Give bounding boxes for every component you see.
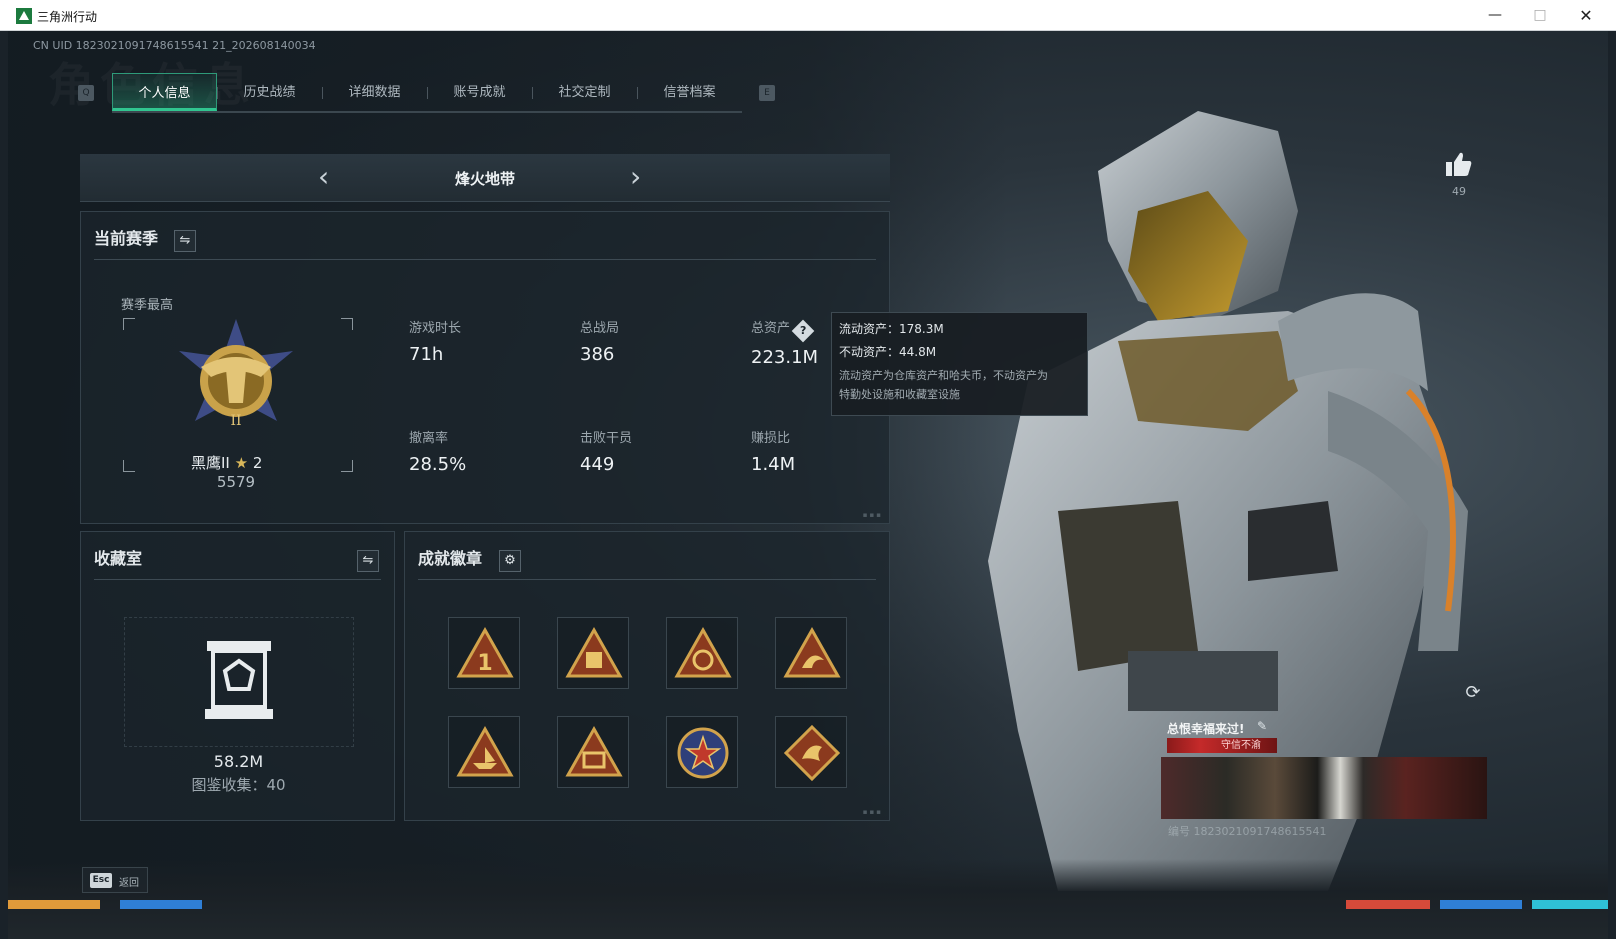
help-icon[interactable]: ? xyxy=(791,319,815,343)
swap-icon[interactable]: ⇋ xyxy=(174,230,196,252)
signature-artwork xyxy=(1161,757,1487,819)
badge-crate-icon xyxy=(565,626,623,678)
frame-corner xyxy=(123,460,135,472)
edit-icon[interactable]: ✎ xyxy=(1257,719,1267,733)
fixed-assets: 不动资产：44.8M xyxy=(839,345,937,359)
taskbar-item xyxy=(1532,900,1608,909)
gear-icon[interactable]: ⚙ xyxy=(499,550,521,572)
panel-decoration: ▪▪▪ xyxy=(862,511,883,519)
swap-icon[interactable]: ⇋ xyxy=(357,550,379,572)
rank-eagle-badge-icon: II xyxy=(179,319,293,429)
badge-star-icon xyxy=(677,727,729,779)
collection-title: 收藏室 xyxy=(94,549,143,568)
rank-name: 黑鹰II ★ 2 xyxy=(191,454,263,472)
tab-next-key-hint[interactable]: E xyxy=(759,85,775,101)
signature-id: 编号 1823021091748615541 xyxy=(1168,825,1327,838)
collection-count: 图鉴收集：40 xyxy=(191,776,286,794)
taskbar-item xyxy=(120,900,202,909)
rank-score: 5579 xyxy=(216,473,256,491)
like-button[interactable]: 49 xyxy=(1441,151,1477,198)
signature-card[interactable]: 总恨幸福来过! ✎ 守信不渝 xyxy=(1161,715,1487,819)
mode-name: 烽火地带 xyxy=(454,170,515,188)
current-season-panel: 当前赛季 ⇋ 赛季最高 II 黑鹰II ★ 2 5579 游戏时长 71h 总战… xyxy=(80,211,890,524)
title-banner: 守信不渝 xyxy=(1167,738,1277,753)
game-viewport: 角色信息 CN UID 1823021091748615541 21_20260… xyxy=(8,31,1608,939)
collection-room-panel[interactable]: 收藏室 ⇋ 58.2M 图鉴收集：40 xyxy=(80,531,395,821)
svg-text:II: II xyxy=(230,413,241,429)
season-best-label: 赛季最高 xyxy=(121,298,174,313)
badge-slot[interactable] xyxy=(775,617,847,689)
divider xyxy=(94,259,876,260)
badge-slot[interactable] xyxy=(557,617,629,689)
close-button[interactable]: ✕ xyxy=(1563,0,1609,31)
tab-personal-info[interactable]: 个人信息 xyxy=(112,73,217,111)
frame-corner xyxy=(123,318,135,330)
maximize-button[interactable]: □ xyxy=(1517,0,1563,31)
tab-achievements[interactable]: 账号成就 xyxy=(427,73,532,111)
stat-profit-ratio: 赚损比 1.4M xyxy=(751,431,796,475)
chevron-right-icon[interactable]: › xyxy=(630,163,641,191)
stat-playtime: 游戏时长 71h xyxy=(409,321,462,365)
player-uid: CN UID 1823021091748615541 21_2026081400… xyxy=(33,39,316,52)
bottom-bar xyxy=(8,859,1608,939)
tab-match-history[interactable]: 历史战绩 xyxy=(217,73,322,111)
taskbar-item xyxy=(1346,900,1430,909)
tab-credit-record[interactable]: 信誉档案 xyxy=(637,73,742,111)
badge-number-one-icon: 1 xyxy=(456,626,514,678)
assets-note: 流动资产为仓库资产和哈夫币，不动资产为 特勤处设施和收藏室设施 xyxy=(839,369,1048,401)
badge-slot[interactable] xyxy=(666,716,738,788)
tab-list: 个人信息 历史战绩 详细数据 账号成就 社交定制 信誉档案 xyxy=(112,73,742,113)
badge-dragon-icon xyxy=(783,724,841,782)
signature-text: 总恨幸福来过! xyxy=(1167,722,1245,736)
badge-boat-icon xyxy=(456,725,514,777)
badge-slot[interactable] xyxy=(448,716,520,788)
stat-kills: 击败干员 449 xyxy=(580,431,633,475)
chevron-left-icon[interactable]: ‹ xyxy=(318,163,329,191)
frame-corner xyxy=(341,460,353,472)
badge-slot[interactable] xyxy=(557,716,629,788)
badges-title: 成就徽章 xyxy=(418,549,483,568)
tab-social-custom[interactable]: 社交定制 xyxy=(532,73,637,111)
back-label: 返回 xyxy=(119,878,139,889)
frame-corner xyxy=(341,318,353,330)
achievement-badges-panel: 成就徽章 ⚙ 1 ▪▪▪ xyxy=(404,531,890,821)
liquid-assets: 流动资产：178.3M xyxy=(839,322,944,336)
assets-tooltip: 流动资产：178.3M 不动资产：44.8M 流动资产为仓库资产和哈夫币，不动资… xyxy=(831,312,1088,416)
divider xyxy=(94,579,381,580)
thumbs-up-icon xyxy=(1446,152,1472,176)
esc-key-hint: Esc xyxy=(90,873,112,888)
window-title: 三角洲行动 xyxy=(37,10,98,24)
badge-slot[interactable] xyxy=(775,716,847,788)
stat-extract-rate: 撤离率 28.5% xyxy=(409,431,467,475)
badge-slot[interactable]: 1 xyxy=(448,617,520,689)
taskbar-item xyxy=(8,900,100,909)
badge-case-icon xyxy=(565,725,623,777)
badge-fox-icon xyxy=(783,626,841,678)
current-season-title: 当前赛季 xyxy=(94,229,159,248)
like-count: 49 xyxy=(1452,185,1466,198)
rank-display: II 黑鹰II ★ 2 5579 xyxy=(121,312,361,492)
taskbar-item xyxy=(1440,900,1522,909)
display-case-icon xyxy=(205,641,273,719)
stat-total-matches: 总战局 386 xyxy=(580,321,620,365)
tab-detailed-data[interactable]: 详细数据 xyxy=(322,73,427,111)
app-logo-icon xyxy=(16,8,32,24)
tab-prev-key-hint[interactable]: Q xyxy=(78,85,94,101)
window-titlebar: 三角洲行动 — □ ✕ xyxy=(0,0,1616,31)
badge-emblem-icon xyxy=(674,626,732,678)
svg-text:1: 1 xyxy=(477,651,492,676)
back-button[interactable]: Esc 返回 xyxy=(82,867,148,893)
mode-selector: ‹ 烽火地带 › xyxy=(80,154,890,202)
refresh-icon[interactable]: ⟳ xyxy=(1461,681,1485,705)
minimize-button[interactable]: — xyxy=(1472,0,1518,31)
badge-slot[interactable] xyxy=(666,617,738,689)
panel-decoration: ▪▪▪ xyxy=(862,808,883,816)
divider xyxy=(418,579,876,580)
tab-bar: Q 个人信息 历史战绩 详细数据 账号成就 社交定制 信誉档案 E xyxy=(78,73,778,113)
star-icon: ★ xyxy=(234,454,249,472)
collection-value: 58.2M xyxy=(213,752,264,771)
